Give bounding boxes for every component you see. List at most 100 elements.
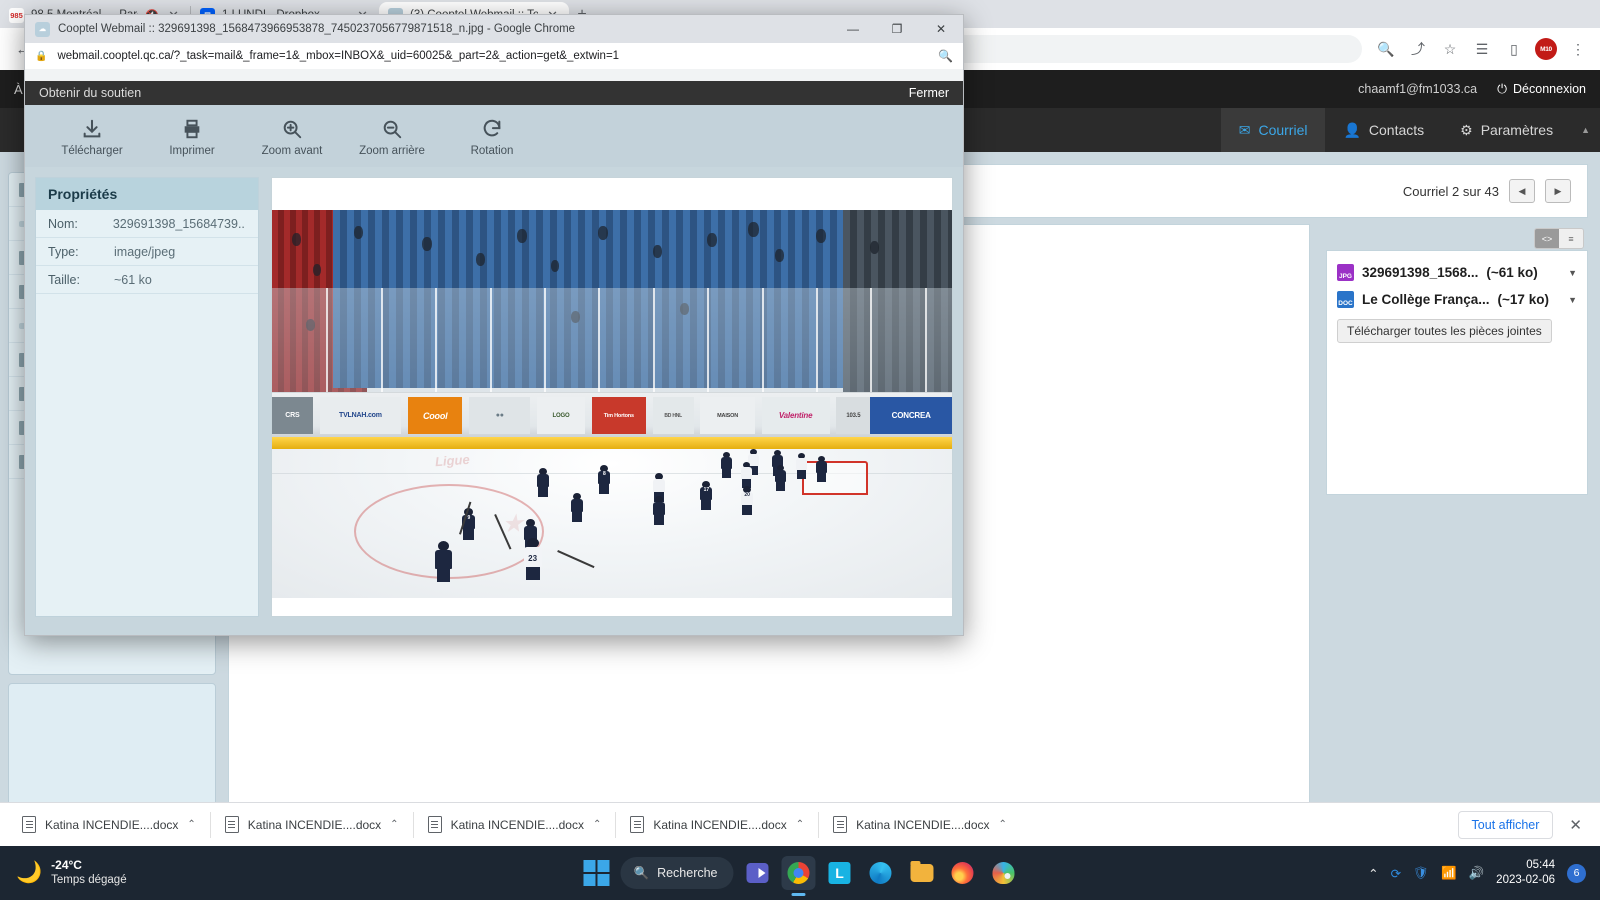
- source-view-button[interactable]: <>: [1535, 229, 1559, 248]
- volume-icon[interactable]: 🔊: [1469, 866, 1485, 881]
- zoom-icon[interactable]: 🔍: [938, 49, 953, 63]
- docx-file-icon: [833, 816, 847, 833]
- jpg-file-icon: JPG: [1337, 264, 1354, 281]
- edge-button[interactable]: [864, 856, 898, 890]
- reading-list-icon[interactable]: ☰: [1468, 35, 1496, 63]
- cooptel-icon: ☁: [35, 22, 50, 37]
- zoom-out-icon: [381, 116, 403, 142]
- player: [435, 541, 452, 583]
- teams-button[interactable]: [741, 856, 775, 890]
- windows-logo-icon: [583, 860, 609, 886]
- firefox-button[interactable]: [946, 856, 980, 890]
- moon-icon: 🌙: [16, 861, 42, 885]
- view-toggle-group: <> ≡: [1534, 228, 1584, 249]
- weather-temperature: -24°C: [51, 858, 126, 873]
- weather-widget[interactable]: 🌙 -24°C Temps dégagé: [0, 858, 127, 887]
- file-explorer-icon: [910, 864, 933, 882]
- docx-file-icon: [428, 816, 442, 833]
- download-button[interactable]: Télécharger: [55, 116, 129, 157]
- logout-button[interactable]: ⏻ Déconnexion: [1497, 82, 1586, 97]
- profile-avatar[interactable]: M10: [1532, 35, 1560, 63]
- popup-address-bar[interactable]: 🔒 webmail.cooptel.qc.ca/?_task=mail&_fra…: [25, 43, 963, 69]
- edge-icon: [870, 862, 892, 884]
- download-item[interactable]: Katina INCENDIE....docx ⌃: [211, 810, 413, 840]
- wifi-icon[interactable]: 📶: [1441, 866, 1457, 881]
- teams-icon: [747, 863, 769, 883]
- chrome-menu-icon[interactable]: ⋮: [1564, 35, 1592, 63]
- next-message-button[interactable]: ▶: [1545, 179, 1571, 203]
- side-panel-icon[interactable]: ▯: [1500, 35, 1528, 63]
- fermer-button[interactable]: Fermer: [909, 86, 949, 100]
- start-button[interactable]: [579, 856, 613, 890]
- chevron-up-icon[interactable]: ⌃: [593, 819, 601, 830]
- download-all-attachments-button[interactable]: Télécharger toutes les pièces jointes: [1337, 319, 1552, 343]
- popup-url-text: webmail.cooptel.qc.ca/?_task=mail&_frame…: [57, 50, 928, 62]
- paint-button[interactable]: [987, 856, 1021, 890]
- account-email: chaamf1@fm1033.ca: [1358, 82, 1477, 96]
- chevron-up-icon[interactable]: ⌃: [390, 819, 398, 830]
- zoom-out-button[interactable]: Zoom arrière: [355, 116, 429, 157]
- lexis-button[interactable]: L: [823, 856, 857, 890]
- minimize-button[interactable]: —: [831, 15, 875, 43]
- popup-window-title: Cooptel Webmail :: 329691398_15684739669…: [58, 23, 575, 35]
- popup-titlebar[interactable]: ☁ Cooptel Webmail :: 329691398_156847396…: [25, 15, 963, 43]
- bookmark-star-icon[interactable]: ☆: [1436, 35, 1464, 63]
- zoom-icon[interactable]: 🔍: [1372, 35, 1400, 63]
- security-warning-icon[interactable]: 🛡: [1413, 866, 1429, 881]
- properties-panel: Propriétés Nom: 329691398_15684739... Ty…: [35, 177, 259, 617]
- notification-badge[interactable]: 6: [1567, 864, 1586, 883]
- rotate-button[interactable]: Rotation: [455, 116, 529, 157]
- file-explorer-button[interactable]: [905, 856, 939, 890]
- previous-message-button[interactable]: ◀: [1509, 179, 1535, 203]
- chevron-up-icon[interactable]: ⌃: [187, 819, 195, 830]
- power-icon: ⏻: [1497, 82, 1507, 97]
- attachment-item-doc[interactable]: DOC Le Collège França... (~17 ko) ▼: [1337, 286, 1587, 313]
- popup-page-content: Obtenir du soutien Fermer Télécharger Im: [25, 81, 963, 635]
- nav-item-contacts[interactable]: 👤 Contacts: [1325, 108, 1442, 152]
- onedrive-sync-icon[interactable]: ⟳: [1391, 866, 1401, 881]
- chevron-up-icon[interactable]: ⌃: [1368, 866, 1378, 881]
- image-viewer-canvas[interactable]: CRS TVLNAH.com Coool ●● LOGO Tim Hortons…: [271, 177, 953, 617]
- attachment-item-jpg[interactable]: JPG 329691398_1568... (~61 ko) ▼: [1337, 259, 1587, 286]
- download-item[interactable]: Katina INCENDIE....docx ⌃: [414, 810, 616, 840]
- show-all-downloads-button[interactable]: Tout afficher: [1458, 811, 1554, 839]
- chevron-down-icon[interactable]: ▼: [1568, 295, 1577, 305]
- player: [721, 452, 732, 479]
- close-button[interactable]: ✕: [919, 15, 963, 43]
- hockey-photo: CRS TVLNAH.com Coool ●● LOGO Tim Hortons…: [272, 210, 952, 598]
- support-label: Obtenir du soutien: [39, 86, 141, 100]
- list-view-button[interactable]: ≡: [1559, 229, 1583, 248]
- search-box[interactable]: 🔍 Recherche: [620, 857, 733, 889]
- windows-taskbar: 🌙 -24°C Temps dégagé 🔍 Recherche L ⌃ ⟳ 🛡…: [0, 846, 1600, 900]
- clock[interactable]: 05:44 2023-02-06: [1496, 858, 1555, 888]
- download-item[interactable]: Katina INCENDIE....docx ⌃: [8, 810, 210, 840]
- chevron-up-icon[interactable]: ▲: [1571, 108, 1600, 152]
- download-item[interactable]: Katina INCENDIE....docx ⌃: [819, 810, 1021, 840]
- maximize-button[interactable]: ❐: [875, 15, 919, 43]
- firefox-icon: [952, 862, 974, 884]
- share-icon[interactable]: ⤴: [1404, 35, 1432, 63]
- close-downloads-bar-button[interactable]: ✕: [1565, 816, 1586, 834]
- doc-file-icon: DOC: [1337, 291, 1354, 308]
- person-icon: 👤: [1343, 122, 1360, 139]
- properties-heading: Propriétés: [36, 178, 258, 210]
- chevron-down-icon[interactable]: ▼: [1568, 268, 1577, 278]
- window-controls: — ❐ ✕: [831, 15, 963, 43]
- property-row-type: Type: image/jpeg: [36, 238, 258, 266]
- zoom-in-icon: [281, 116, 303, 142]
- zoom-in-button[interactable]: Zoom avant: [255, 116, 329, 157]
- nav-item-parametres[interactable]: ⚙ Paramètres: [1442, 108, 1571, 152]
- search-label: Recherche: [657, 866, 717, 880]
- clock-time: 05:44: [1496, 858, 1555, 873]
- download-icon: [81, 116, 103, 142]
- chevron-up-icon[interactable]: ⌃: [796, 819, 804, 830]
- chrome-button[interactable]: [782, 856, 816, 890]
- rotate-icon: [481, 116, 503, 142]
- clock-date: 2023-02-06: [1496, 873, 1555, 888]
- radio-985-icon: 985: [9, 8, 24, 23]
- print-button[interactable]: Imprimer: [155, 116, 229, 157]
- nav-item-courriel[interactable]: ✉ Courriel: [1221, 108, 1326, 152]
- chevron-up-icon[interactable]: ⌃: [999, 819, 1007, 830]
- download-item[interactable]: Katina INCENDIE....docx ⌃: [616, 810, 818, 840]
- gear-icon: ⚙: [1460, 122, 1473, 139]
